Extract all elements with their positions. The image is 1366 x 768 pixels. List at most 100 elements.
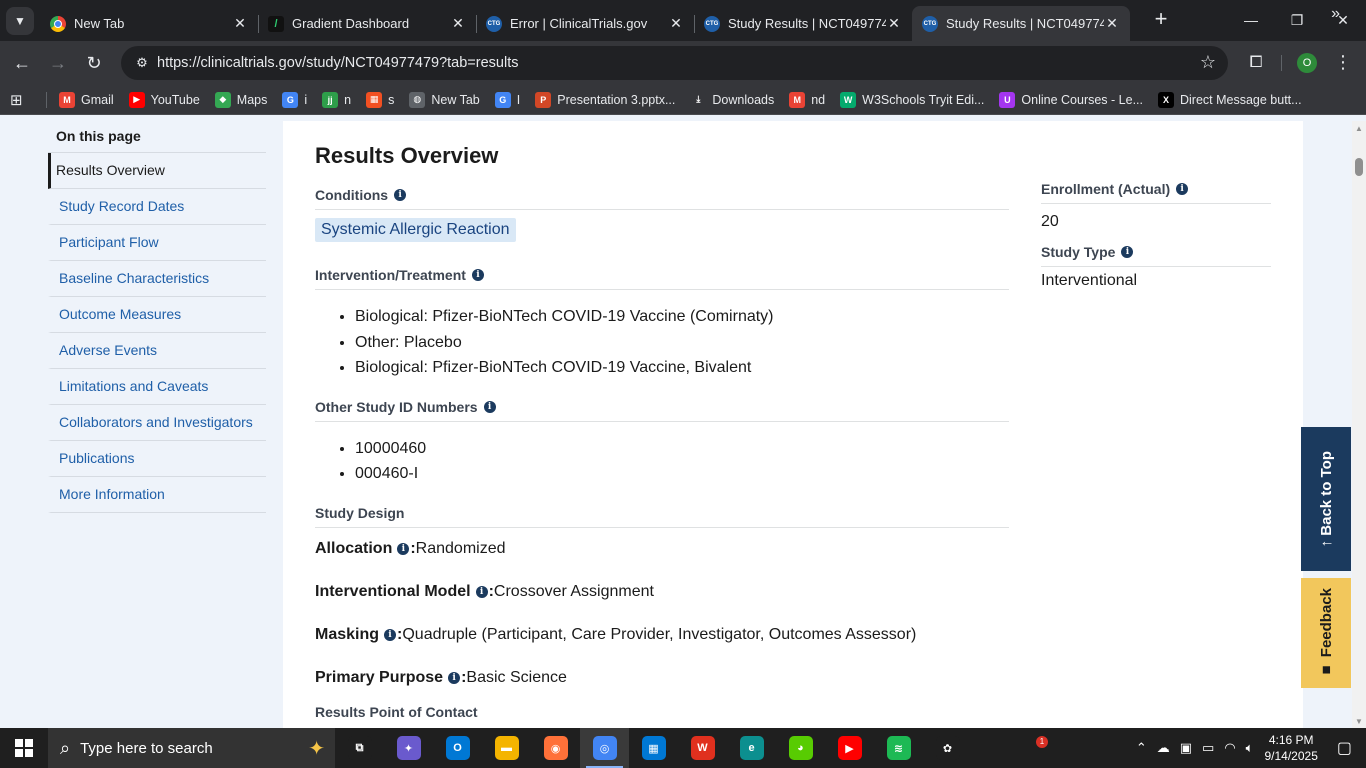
- chevron-right-icon[interactable]: »: [1331, 5, 1340, 23]
- bookmark-item[interactable]: W W3Schools Tryit Edi...: [840, 91, 984, 108]
- bookmark-item[interactable]: U Online Courses - Le...: [999, 91, 1143, 108]
- url-text[interactable]: https://clinicaltrials.gov/study/NCT0497…: [157, 55, 518, 71]
- sidebar-item[interactable]: Results Overview: [48, 153, 266, 189]
- sidebar-item[interactable]: Outcome Measures: [48, 297, 266, 333]
- bookmark-item[interactable]: ◍ New Tab: [409, 91, 480, 108]
- bookmark-item[interactable]: ▦ s: [366, 91, 394, 108]
- taskbar-app[interactable]: ◕: [776, 728, 825, 768]
- close-icon[interactable]: ✕: [886, 15, 902, 32]
- bookmark-item[interactable]: Gi: [282, 91, 307, 108]
- back-button[interactable]: ←: [8, 49, 36, 77]
- extensions-button[interactable]: ⧠: [1242, 49, 1270, 77]
- bookmark-item[interactable]: jj n: [322, 91, 351, 108]
- info-icon[interactable]: i: [448, 672, 461, 684]
- profile-avatar[interactable]: O: [1297, 53, 1317, 73]
- meet-now-icon[interactable]: ▣: [1180, 740, 1192, 756]
- taskbar-app[interactable]: O: [433, 728, 482, 768]
- bookmark-item[interactable]: X Direct Message butt...: [1158, 91, 1302, 108]
- sidebar-item[interactable]: Collaborators and Investigators: [48, 405, 266, 441]
- scroll-down-icon[interactable]: ▼: [1355, 717, 1363, 726]
- onedrive-icon[interactable]: ☁: [1157, 740, 1170, 756]
- info-icon[interactable]: i: [1121, 246, 1134, 258]
- close-icon[interactable]: ✕: [450, 15, 466, 32]
- back-to-top-button[interactable]: ↑ Back to Top: [1301, 427, 1351, 571]
- browser-tab[interactable]: CTG Study Results | NCT04977479 ✕: [912, 6, 1130, 41]
- new-tab-button[interactable]: +: [1149, 8, 1173, 32]
- close-window-button[interactable]: ✕: [1320, 0, 1366, 40]
- info-icon[interactable]: i: [394, 189, 407, 201]
- address-bar[interactable]: ⚙ https://clinicaltrials.gov/study/NCT04…: [121, 46, 1228, 80]
- sidebar-item[interactable]: Participant Flow: [48, 225, 266, 261]
- apps-grid-icon[interactable]: ⊞: [10, 91, 30, 109]
- design-key: Masking: [315, 626, 380, 643]
- sidebar-item[interactable]: More Information: [48, 477, 266, 513]
- close-icon[interactable]: ✕: [232, 15, 248, 32]
- taskbar-app[interactable]: ⧉: [335, 728, 384, 768]
- reload-button[interactable]: ↻: [80, 49, 108, 77]
- windows-logo-icon: [15, 739, 33, 757]
- info-icon[interactable]: i: [397, 543, 410, 555]
- taskbar-app[interactable]: ▶: [825, 728, 874, 768]
- youtube-icon: ▶: [128, 91, 145, 108]
- volume-icon[interactable]: 🔈︎: [1246, 740, 1254, 756]
- info-icon[interactable]: i: [384, 629, 397, 641]
- firefox-icon: ◉: [543, 736, 568, 760]
- info-icon[interactable]: i: [475, 586, 488, 598]
- taskbar-app[interactable]: W: [678, 728, 727, 768]
- sidebar-item[interactable]: Limitations and Caveats: [48, 369, 266, 405]
- browser-tab[interactable]: CTG Study Results | NCT04977479 ✕: [694, 6, 912, 41]
- taskbar-app[interactable]: ◉: [531, 728, 580, 768]
- intervention-label: Intervention/Treatment i: [315, 267, 1009, 290]
- clock[interactable]: 4:16 PM 9/14/2025: [1264, 732, 1317, 764]
- taskbar-app[interactable]: ✦: [384, 728, 433, 768]
- restore-button[interactable]: ❐: [1274, 0, 1320, 40]
- condition-chip[interactable]: Systemic Allergic Reaction: [315, 218, 516, 242]
- w3schools-icon: W: [840, 91, 857, 108]
- info-icon[interactable]: i: [471, 269, 484, 281]
- bookmark-item[interactable]: Mnd: [789, 91, 825, 108]
- sidebar-item[interactable]: Baseline Characteristics: [48, 261, 266, 297]
- sidebar-items: Results Overview Study Record Dates Partic…: [48, 153, 266, 513]
- notification-icon[interactable]: ▢: [1337, 738, 1352, 758]
- bookmark-item[interactable]: GI: [494, 91, 520, 108]
- bookmark-item[interactable]: ◆ Maps: [214, 91, 267, 108]
- feedback-button[interactable]: ■ Feedback: [1301, 578, 1351, 688]
- bookmark-label: New Tab: [431, 92, 480, 107]
- scroll-thumb[interactable]: [1355, 158, 1363, 176]
- feedback-label: ■ Feedback: [1318, 588, 1335, 678]
- sidebar-item[interactable]: Publications: [48, 441, 266, 477]
- bookmark-item[interactable]: M Gmail: [59, 91, 114, 108]
- study-design-row: Primary Purpose i: Basic Science: [315, 657, 1009, 700]
- browser-menu-button[interactable]: ⋮: [1333, 49, 1353, 77]
- browser-tab[interactable]: New Tab ✕: [40, 6, 258, 41]
- sidebar-item[interactable]: Adverse Events: [48, 333, 266, 369]
- browser-tab[interactable]: / Gradient Dashboard ✕: [258, 6, 476, 41]
- close-icon[interactable]: ✕: [668, 15, 684, 32]
- scroll-up-icon[interactable]: ▲: [1355, 124, 1363, 133]
- close-icon[interactable]: ✕: [1104, 15, 1120, 32]
- bookmark-item[interactable]: ▶ YouTube: [128, 91, 200, 108]
- site-info-icon[interactable]: ⚙: [129, 55, 155, 71]
- taskbar-app[interactable]: ▬: [482, 728, 531, 768]
- taskbar-app[interactable]: e: [727, 728, 776, 768]
- battery-icon[interactable]: ▭: [1202, 740, 1214, 756]
- bookmark-item[interactable]: ⤓ Downloads: [690, 91, 774, 108]
- taskbar-app[interactable]: ✿: [923, 728, 972, 768]
- taskbar-search[interactable]: ⌕ Type here to search ✦: [48, 728, 335, 768]
- sidebar-item[interactable]: Study Record Dates: [48, 189, 266, 225]
- taskbar-app[interactable]: ≋: [874, 728, 923, 768]
- info-icon[interactable]: i: [483, 400, 496, 413]
- chevron-up-icon[interactable]: ⌃: [1136, 740, 1147, 756]
- wifi-icon[interactable]: ◠: [1224, 740, 1235, 756]
- page-scrollbar[interactable]: ▲ ▼: [1352, 121, 1366, 728]
- bookmark-star-icon[interactable]: ☆: [1200, 52, 1216, 73]
- info-icon[interactable]: i: [1176, 183, 1189, 195]
- start-button[interactable]: [0, 728, 48, 768]
- browser-tab[interactable]: CTG Error | ClinicalTrials.gov ✕: [476, 6, 694, 41]
- tab-search-button[interactable]: ▼: [6, 7, 34, 35]
- forward-button[interactable]: →: [44, 49, 72, 77]
- minimize-button[interactable]: —: [1228, 0, 1274, 40]
- taskbar-app[interactable]: ▦: [629, 728, 678, 768]
- bookmark-item[interactable]: P Presentation 3.pptx...: [535, 91, 675, 108]
- taskbar-app[interactable]: ◎: [580, 728, 629, 768]
